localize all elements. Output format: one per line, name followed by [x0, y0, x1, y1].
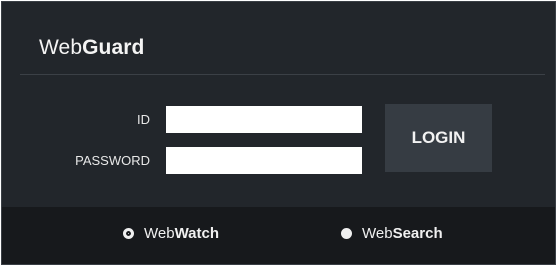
webwatch-label-prefix: Web — [144, 224, 175, 242]
webwatch-label: WebWatch — [144, 225, 219, 242]
mode-selector-bar: WebWatch WebSearch — [2, 207, 555, 264]
password-input[interactable] — [166, 147, 362, 174]
app-title: WebGuard — [39, 36, 144, 60]
password-label: PASSWORD — [75, 153, 150, 168]
websearch-label-bold: Search — [392, 224, 443, 242]
radio-selected-icon[interactable] — [123, 227, 134, 239]
id-label: ID — [137, 112, 150, 127]
app-title-bold: Guard — [82, 36, 145, 59]
webwatch-label-bold: Watch — [174, 224, 220, 242]
websearch-label: WebSearch — [362, 225, 443, 242]
id-input[interactable] — [166, 106, 362, 133]
app-title-prefix: Web — [39, 36, 83, 59]
login-button[interactable]: LOGIN — [385, 104, 492, 172]
header: WebGuard — [2, 2, 555, 75]
radio-unselected-icon[interactable] — [341, 227, 352, 239]
radio-option-websearch[interactable]: WebSearch — [341, 203, 443, 263]
header-divider — [20, 74, 545, 75]
radio-option-webwatch[interactable]: WebWatch — [123, 203, 219, 263]
login-panel: WebGuard ID PASSWORD LOGIN WebWatch WebS… — [1, 1, 556, 265]
websearch-label-prefix: Web — [362, 224, 393, 242]
